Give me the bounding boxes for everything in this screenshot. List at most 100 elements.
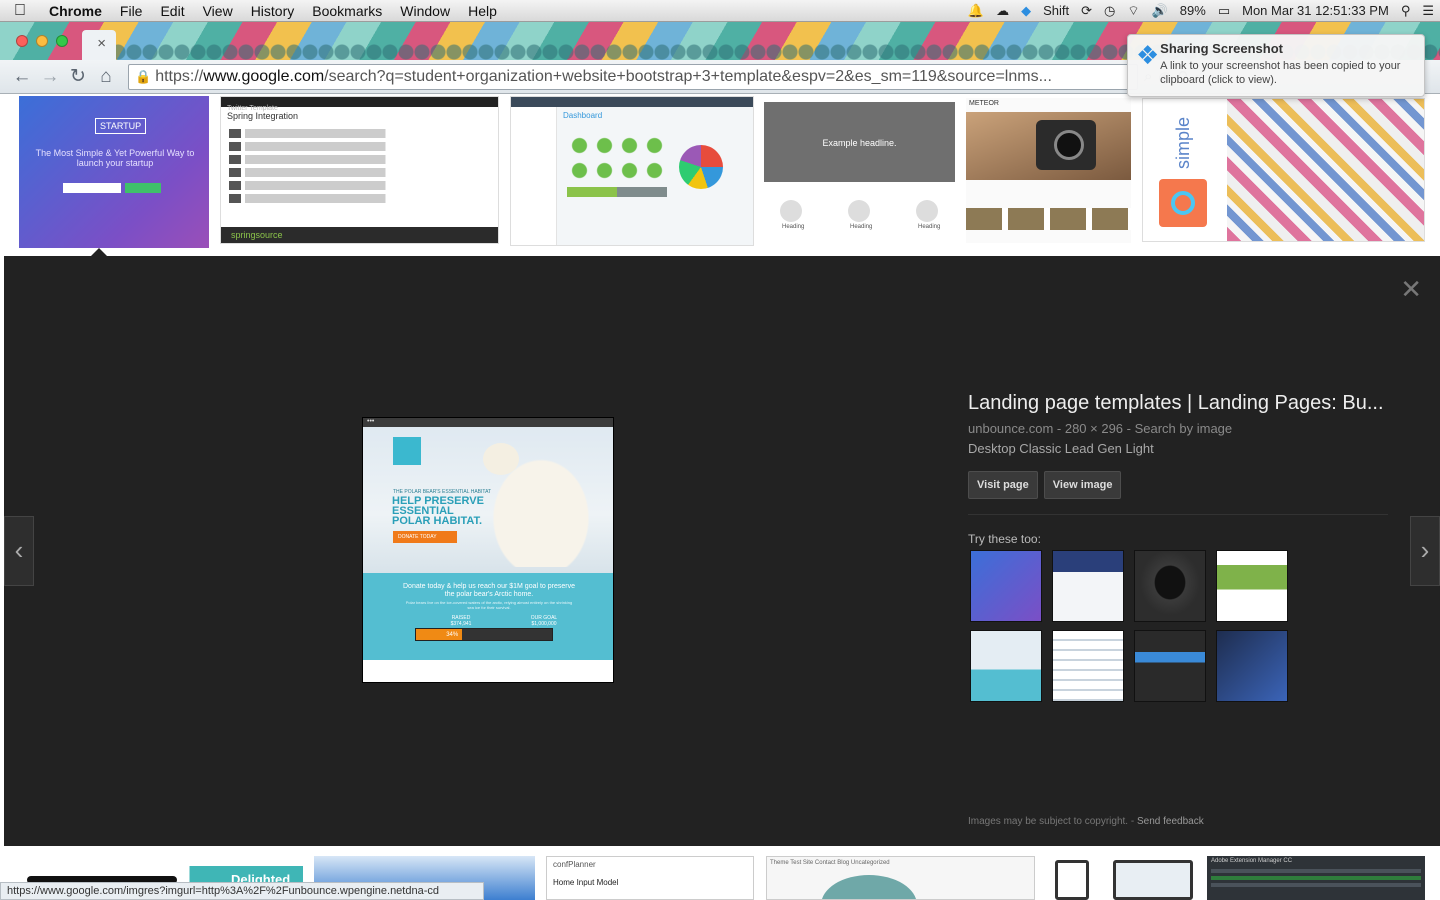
thumb-row bbox=[229, 194, 490, 203]
thumb-email-field bbox=[63, 183, 121, 193]
thumb-row bbox=[229, 155, 490, 164]
preview-image[interactable]: ••• THE POLAR BEAR'S ESSENTIAL HABITAT H… bbox=[362, 417, 614, 683]
window-close-button[interactable] bbox=[16, 35, 28, 47]
window-zoom-button[interactable] bbox=[56, 35, 68, 47]
related-image[interactable] bbox=[1216, 550, 1288, 622]
menu-window[interactable]: Window bbox=[391, 3, 459, 19]
related-image[interactable] bbox=[970, 630, 1042, 702]
shift-menu[interactable]: Shift bbox=[1037, 3, 1075, 18]
result-thumb-dashboard[interactable]: Dashboard bbox=[510, 96, 754, 246]
tab-close-icon[interactable]: × bbox=[97, 35, 106, 52]
preview-raised: RAISED $374,941 bbox=[449, 615, 473, 627]
menu-edit[interactable]: Edit bbox=[151, 3, 193, 19]
send-feedback-link[interactable]: Send feedback bbox=[1137, 816, 1204, 827]
menu-help[interactable]: Help bbox=[459, 3, 506, 19]
related-image[interactable] bbox=[1052, 550, 1124, 622]
selected-caret bbox=[91, 248, 107, 256]
thumb-circle bbox=[780, 200, 802, 222]
related-image[interactable] bbox=[1216, 630, 1288, 702]
spotlight-icon[interactable]: ⚲ bbox=[1395, 3, 1417, 19]
reload-button[interactable]: ↻ bbox=[64, 65, 92, 88]
dropbox-icon: ❖ bbox=[1136, 40, 1160, 70]
time-machine-icon[interactable]: ◷ bbox=[1098, 3, 1121, 19]
window-minimize-button[interactable] bbox=[36, 35, 48, 47]
url-path: /search?q=student+organization+website+b… bbox=[324, 67, 1052, 85]
dropbox-icon[interactable]: ◆ bbox=[1015, 3, 1037, 19]
menu-list-icon[interactable]: ☰ bbox=[1416, 3, 1440, 19]
url-host: www.google.com bbox=[203, 67, 325, 85]
result-thumb-theme[interactable]: Theme Test Site Contact Blog Uncategoriz… bbox=[766, 856, 1035, 900]
menu-bookmarks[interactable]: Bookmarks bbox=[303, 3, 391, 19]
thumb-brand: simple bbox=[1173, 116, 1193, 169]
battery-icon[interactable]: ▭ bbox=[1212, 3, 1236, 19]
preview-logo bbox=[393, 437, 421, 465]
image-title[interactable]: Landing page templates | Landing Pages: … bbox=[968, 392, 1388, 415]
menubar-status-area: 🔔 ☁ ◆ Shift ⟳ ◷ ⌔ 🔊 89% ▭ Mon Mar 31 12:… bbox=[962, 0, 1440, 22]
close-preview-icon[interactable]: ✕ bbox=[1400, 274, 1422, 305]
battery-percent[interactable]: 89% bbox=[1174, 3, 1212, 18]
thumb-title: Dashboard bbox=[563, 111, 603, 120]
raised-value: $374,941 bbox=[450, 621, 472, 627]
window-controls bbox=[16, 35, 68, 47]
notification-title: Sharing Screenshot bbox=[1160, 41, 1283, 56]
menu-file[interactable]: File bbox=[111, 3, 152, 19]
address-bar[interactable]: 🔒 https://www.google.com/search?q=studen… bbox=[128, 63, 1138, 90]
result-thumb-startup[interactable]: STARTUP The Most Simple & Yet Powerful W… bbox=[19, 96, 209, 248]
previous-image-button[interactable]: ‹ bbox=[4, 516, 34, 586]
related-image[interactable] bbox=[1134, 550, 1206, 622]
image-preview-panel: ✕ ‹ › ••• THE POLAR BEAR'S ESSENTIAL HAB… bbox=[4, 256, 1440, 846]
wifi-icon[interactable]: ⌔ bbox=[1121, 3, 1145, 19]
cloud-icon[interactable]: ☁ bbox=[990, 3, 1015, 19]
image-meta[interactable]: unbounce.com - 280 × 296 - Search by ima… bbox=[968, 421, 1388, 436]
related-image[interactable] bbox=[970, 550, 1042, 622]
dropbox-notification[interactable]: ❖ Sharing Screenshot A link to your scre… bbox=[1127, 34, 1425, 97]
result-thumb-bootstrap[interactable]: Example headline. Heading Heading Headin… bbox=[764, 102, 955, 247]
volume-icon[interactable]: 🔊 bbox=[1146, 3, 1174, 19]
clock[interactable]: Mon Mar 31 12:51:33 PM bbox=[1236, 3, 1395, 18]
menu-history[interactable]: History bbox=[242, 3, 304, 19]
thumb-header bbox=[511, 97, 753, 107]
active-tab[interactable]: × bbox=[82, 30, 116, 60]
thumb-hero: Example headline. bbox=[764, 102, 955, 182]
thumb-circle bbox=[916, 200, 938, 222]
related-image[interactable] bbox=[1134, 630, 1206, 702]
lock-icon[interactable]: 🔒 bbox=[135, 69, 151, 85]
thumb-mosaic bbox=[1227, 99, 1424, 241]
next-image-button[interactable]: › bbox=[1410, 516, 1440, 586]
apple-icon[interactable]:  bbox=[0, 2, 40, 20]
menu-app-chrome[interactable]: Chrome bbox=[40, 3, 111, 19]
url-scheme: https:// bbox=[155, 67, 204, 85]
menu-view[interactable]: View bbox=[194, 3, 242, 19]
thumb-heading: Heading bbox=[850, 224, 873, 230]
thumb-subtitle: Home Input Model bbox=[553, 878, 619, 887]
result-thumb-adobe[interactable]: Adobe Extension Manager CC bbox=[1207, 856, 1425, 900]
view-image-button[interactable]: View image bbox=[1043, 471, 1122, 499]
thumb-heading: Heading bbox=[782, 224, 805, 230]
notification-bell-icon[interactable]: 🔔 bbox=[962, 3, 990, 19]
thumb-row bbox=[1211, 876, 1421, 880]
laptop-mockup bbox=[1113, 860, 1193, 900]
thumb-tiles bbox=[567, 133, 667, 193]
related-image[interactable] bbox=[1052, 630, 1124, 702]
forward-button[interactable]: → bbox=[36, 66, 64, 88]
goal-value: $1,000,000 bbox=[531, 621, 557, 627]
result-thumb-planner[interactable]: confPlanner Home Input Model bbox=[546, 856, 754, 900]
visit-page-button[interactable]: Visit page bbox=[968, 471, 1038, 499]
thumb-row bbox=[1211, 869, 1421, 873]
thumb-title: Adobe Extension Manager CC bbox=[1211, 858, 1293, 864]
preview-donate-button: DONATE TODAY bbox=[393, 531, 457, 543]
preview-progress-bar: 34% bbox=[415, 628, 553, 641]
thumb-cta bbox=[125, 183, 161, 193]
home-button[interactable]: ⌂ bbox=[92, 66, 120, 88]
related-label: Try these too: bbox=[968, 532, 1041, 546]
result-thumb-simple[interactable]: simple bbox=[1142, 98, 1425, 242]
notification-text: Sharing Screenshot A link to your screen… bbox=[1160, 41, 1416, 90]
result-thumb-devices[interactable] bbox=[1047, 856, 1197, 900]
result-thumb-meteor[interactable]: METEOR bbox=[966, 98, 1131, 243]
sync-icon[interactable]: ⟳ bbox=[1075, 3, 1098, 19]
image-actions: Visit page View image bbox=[968, 471, 1388, 499]
back-button[interactable]: ← bbox=[8, 66, 36, 88]
result-thumb-spring[interactable]: Twitter Template Spring Integration spri… bbox=[220, 96, 499, 244]
thumb-image bbox=[821, 875, 917, 899]
thumb-circle bbox=[848, 200, 870, 222]
